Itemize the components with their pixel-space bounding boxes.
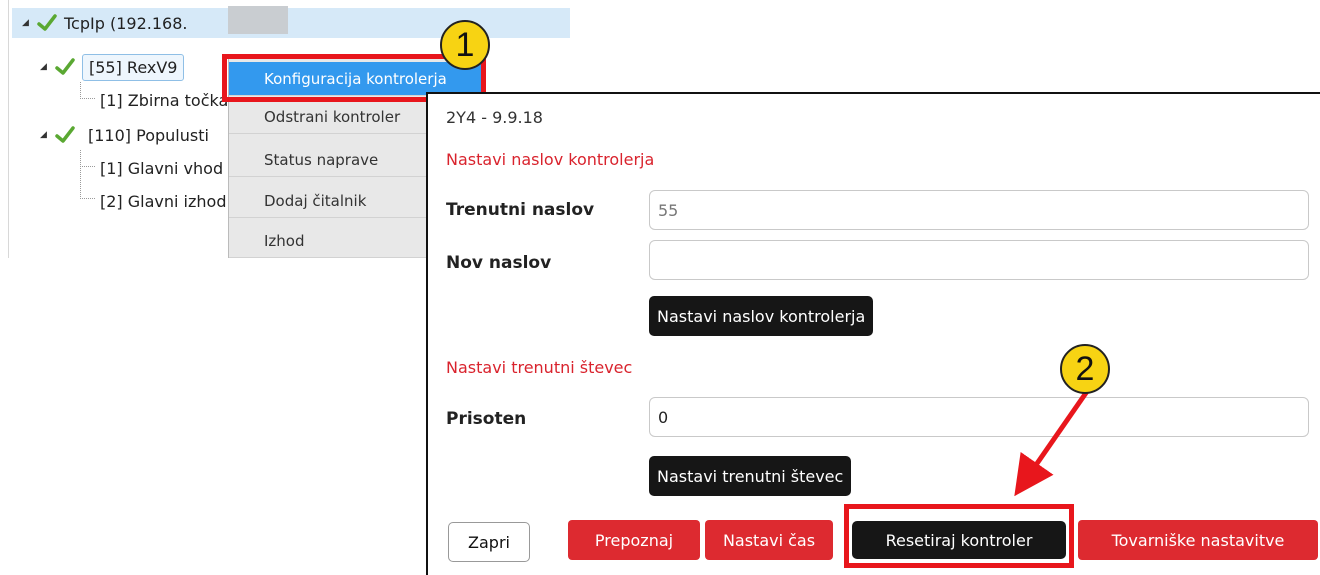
step-badge-2: 2: [1060, 344, 1110, 394]
annotation-arrow-icon: [1014, 388, 1091, 497]
